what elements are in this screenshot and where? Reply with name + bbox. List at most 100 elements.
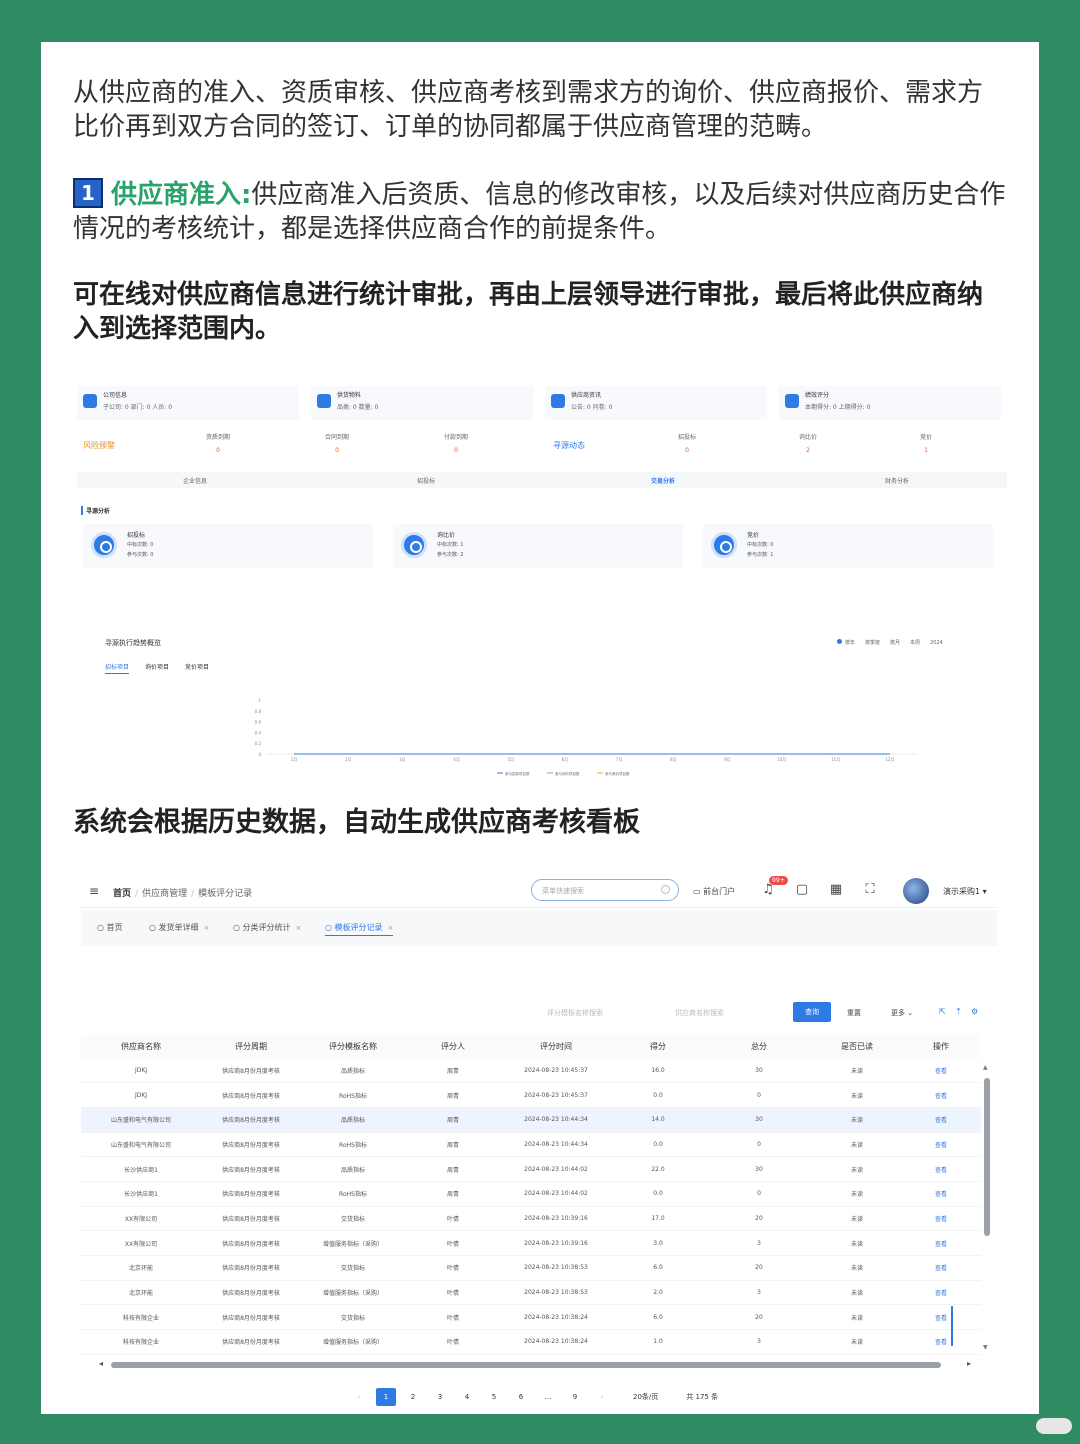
- bell-icon[interactable]: ♫: [761, 883, 775, 897]
- view-link[interactable]: 查看: [935, 1068, 947, 1075]
- column-header[interactable]: 是否已读: [813, 1034, 901, 1058]
- export-icon[interactable]: ⇱: [939, 1007, 946, 1016]
- grid-icon[interactable]: ▦: [829, 883, 843, 897]
- scroll-right-icon[interactable]: ▸: [967, 1359, 971, 1368]
- page-button[interactable]: 4: [457, 1388, 477, 1406]
- page-size-select[interactable]: 20条/页: [633, 1392, 658, 1402]
- kpi-title: 竞价: [747, 532, 760, 539]
- column-header[interactable]: 评分人: [405, 1034, 501, 1058]
- view-link[interactable]: 查看: [935, 1167, 947, 1174]
- stat-card[interactable]: 供应商资讯 公告: 0 问卷: 0: [545, 386, 767, 420]
- message-icon[interactable]: ▢: [795, 883, 809, 897]
- page-button[interactable]: 9: [565, 1388, 585, 1406]
- tag-home[interactable]: ○ 首页: [97, 922, 123, 933]
- breadcrumb-supplier[interactable]: 供应商管理: [142, 889, 187, 899]
- table-row[interactable]: 长沙供应商1 供应商8月份月度考核 品质指标 周青 2024-08-23 10:44:0…: [81, 1156, 981, 1182]
- page-button[interactable]: 6: [511, 1388, 531, 1406]
- fullscreen-icon[interactable]: ⛶: [863, 883, 877, 897]
- stat-card[interactable]: 公司信息 子公司: 0 部门: 0 人员: 0: [77, 386, 299, 420]
- table-row[interactable]: 北京环能 供应商8月份月度考核 交货指标 叶倩 2024-08-23 10:38:53 6…: [81, 1255, 981, 1281]
- filter-month[interactable]: 按月: [890, 640, 900, 646]
- kpi-card[interactable]: 竞价 中标次数: 0 参与次数: 1: [703, 524, 993, 568]
- view-link[interactable]: 查看: [935, 1290, 947, 1297]
- view-link[interactable]: 查看: [935, 1315, 947, 1322]
- tag-delivery-detail[interactable]: ○ 发货单详细 ×: [149, 922, 209, 933]
- table-row[interactable]: 北京环能 供应商8月份月度考核 增值服务指标（采购） 叶倩 2024-08-23 10:…: [81, 1280, 981, 1306]
- table-row[interactable]: XX有限公司 供应商8月份月度考核 增值服务指标（采购） 叶倩 2024-08-23 1…: [81, 1230, 981, 1256]
- subtab-bidding[interactable]: 招标项目: [105, 664, 130, 674]
- column-header[interactable]: 得分: [611, 1034, 705, 1058]
- portal-link[interactable]: ▭ 前台门户: [693, 886, 735, 897]
- tab-company-info[interactable]: 企业信息: [183, 476, 207, 485]
- template-name-filter[interactable]: 评分模板名称搜索: [547, 1008, 603, 1018]
- column-header[interactable]: 操作: [901, 1034, 981, 1058]
- filter-quarter[interactable]: 按季度: [865, 640, 880, 646]
- stat-card[interactable]: 绩效评分 本期得分: 0 上期得分: 0: [779, 386, 1001, 420]
- vertical-scrollbar[interactable]: [984, 1078, 990, 1236]
- upload-icon[interactable]: ⇡: [955, 1007, 962, 1016]
- view-link[interactable]: 查看: [935, 1142, 947, 1149]
- column-header[interactable]: 供应商名称: [81, 1034, 201, 1058]
- table-row[interactable]: JDKJ 供应商8月份月度考核 RoHS指标 周青 2024-08-23 10:45:3…: [81, 1082, 981, 1108]
- subtab-auction[interactable]: 竞价项目: [185, 664, 209, 671]
- breadcrumb-home[interactable]: 首页: [113, 889, 131, 899]
- kpi-card[interactable]: 询比价 中标次数: 1 参与次数: 2: [393, 524, 683, 568]
- tab-trade-analysis[interactable]: 交易分析: [651, 476, 675, 485]
- scroll-down-icon[interactable]: ▼: [983, 1344, 988, 1351]
- close-icon[interactable]: ×: [296, 924, 302, 932]
- corner-button[interactable]: [1036, 1418, 1072, 1434]
- query-button[interactable]: 查询: [793, 1002, 831, 1022]
- table-row[interactable]: 长沙供应商1 供应商8月份月度考核 RoHS指标 周青 2024-08-23 10:44…: [81, 1181, 981, 1207]
- view-link[interactable]: 查看: [935, 1216, 947, 1223]
- view-link[interactable]: 查看: [935, 1339, 947, 1346]
- horizontal-scrollbar[interactable]: [111, 1362, 941, 1368]
- more-button[interactable]: 更多 ⌄: [891, 1008, 913, 1018]
- table-row[interactable]: XX有限公司 供应商8月份月度考核 交货指标 叶倩 2024-08-23 10:39:1…: [81, 1206, 981, 1232]
- avatar[interactable]: [903, 878, 929, 904]
- page-button[interactable]: ...: [538, 1388, 558, 1406]
- tag-template-score[interactable]: ○ 模板评分记录 ×: [325, 922, 394, 936]
- view-link[interactable]: 查看: [935, 1191, 947, 1198]
- column-header[interactable]: 评分模板名称: [301, 1034, 405, 1058]
- tab-finance-analysis[interactable]: 财务分析: [885, 476, 909, 485]
- menu-icon[interactable]: ≡: [89, 884, 99, 898]
- column-header[interactable]: 总分: [705, 1034, 813, 1058]
- page-button[interactable]: 1: [376, 1388, 396, 1406]
- view-link[interactable]: 查看: [935, 1241, 947, 1248]
- close-icon[interactable]: ×: [204, 924, 210, 932]
- menu-search-input[interactable]: 菜单快速搜索: [531, 879, 679, 901]
- reset-button[interactable]: 重置: [847, 1008, 861, 1018]
- tab-bidding[interactable]: 招投标: [417, 476, 435, 485]
- tag-category-score[interactable]: ○ 分类评分统计 ×: [233, 922, 301, 933]
- filter-week[interactable]: 本周: [910, 640, 920, 646]
- filter-year[interactable]: 按年: [845, 640, 855, 646]
- stat-card[interactable]: 供货物料 品类: 0 数量: 0: [311, 386, 533, 420]
- scroll-left-icon[interactable]: ◂: [99, 1359, 103, 1368]
- filter-year-select[interactable]: 2024: [930, 640, 943, 646]
- table-row[interactable]: 科技有限企业 供应商8月份月度考核 交货指标 叶倩 2024-08-23 10:38:2…: [81, 1304, 981, 1331]
- table-row[interactable]: JDKJ 供应商8月份月度考核 品质指标 周青 2024-08-23 10:45:37 1…: [81, 1058, 981, 1084]
- scroll-up-icon[interactable]: ▲: [983, 1064, 988, 1071]
- sourcing-dynamics-label: 寻源动态: [553, 441, 585, 450]
- table-cell: 供应商8月份月度考核: [201, 1280, 301, 1306]
- view-link[interactable]: 查看: [935, 1093, 947, 1100]
- table-cell: RoHS指标: [301, 1181, 405, 1207]
- view-link[interactable]: 查看: [935, 1117, 947, 1124]
- subtab-inquiry[interactable]: 询价项目: [145, 664, 169, 671]
- table-row[interactable]: 科技有限企业 供应商8月份月度考核 增值服务指标（采购） 叶倩 2024-08-23 1…: [81, 1329, 981, 1355]
- supplier-name-filter[interactable]: 供应商名称搜索: [675, 1008, 724, 1018]
- page-button[interactable]: 3: [430, 1388, 450, 1406]
- column-header[interactable]: 评分时间: [501, 1034, 611, 1058]
- view-link[interactable]: 查看: [935, 1265, 947, 1272]
- close-icon[interactable]: ×: [388, 924, 394, 932]
- table-row[interactable]: 山东盛和电气有限公司 供应商8月份月度考核 品质指标 周青 2024-08-23 10:…: [81, 1107, 981, 1133]
- page-button[interactable]: 5: [484, 1388, 504, 1406]
- user-menu[interactable]: 演示采购1 ▾: [943, 886, 987, 897]
- settings-icon[interactable]: ⚙: [971, 1007, 978, 1016]
- kpi-card[interactable]: 招投标 中标次数: 0 参与次数: 0: [83, 524, 373, 568]
- prev-page-button[interactable]: ‹: [349, 1388, 369, 1406]
- page-button[interactable]: 2: [403, 1388, 423, 1406]
- column-header[interactable]: 评分周期: [201, 1034, 301, 1058]
- next-page-button[interactable]: ›: [592, 1388, 612, 1406]
- table-row[interactable]: 山东盛和电气有限公司 供应商8月份月度考核 RoHS指标 周青 2024-08-23 1…: [81, 1132, 981, 1158]
